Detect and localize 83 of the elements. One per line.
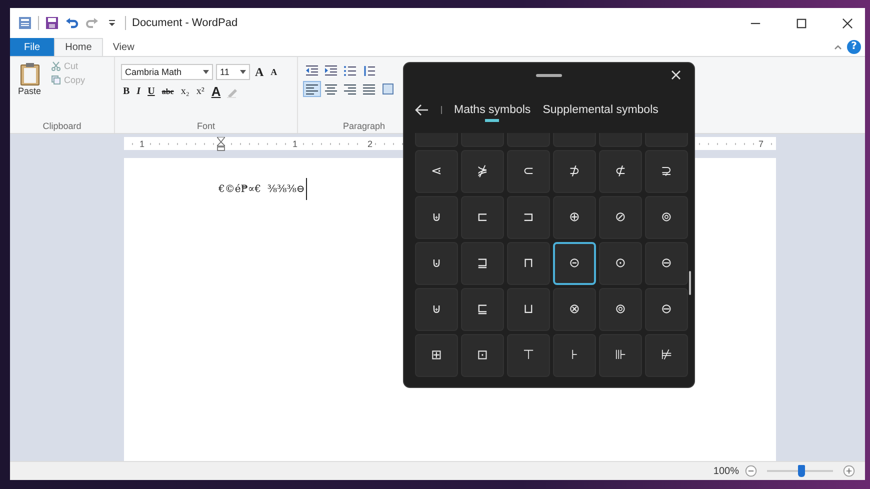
drag-handle[interactable] <box>536 74 562 76</box>
format-button[interactable]: B <box>121 86 132 97</box>
file-menu-tab[interactable]: File <box>10 38 54 56</box>
format-button[interactable]: x₂ <box>178 86 192 97</box>
window-title: Document - WordPad <box>132 17 238 29</box>
clipboard-icon <box>20 62 40 86</box>
symbol-tile[interactable]: ⊄ <box>599 150 642 193</box>
undo-icon[interactable] <box>65 16 79 30</box>
dropdown-arrow-icon <box>203 70 209 74</box>
symbol-tile[interactable]: ⊓ <box>507 242 550 285</box>
scrollbar-thumb[interactable] <box>689 271 691 295</box>
symbol-tile[interactable]: ⋡ <box>461 150 504 193</box>
symbol-tile[interactable]: ⊚ <box>599 288 642 331</box>
close-icon[interactable] <box>842 18 853 28</box>
font-color-button[interactable]: A <box>209 84 223 99</box>
save-icon[interactable] <box>45 16 59 30</box>
paragraph-icon[interactable] <box>380 82 396 96</box>
symbol-tile[interactable]: ⊪ <box>599 334 642 377</box>
symbol-tile[interactable]: ⊎ <box>415 196 458 239</box>
document-text: €©é₱∝€ ⅜⅜⅜⊖ <box>218 184 305 194</box>
decrease-indent-icon[interactable] <box>304 64 320 78</box>
symbol-tile[interactable]: ⊙ <box>599 242 642 285</box>
format-button[interactable]: I <box>134 86 143 97</box>
format-button[interactable]: x² <box>194 86 206 97</box>
zoom-in-icon[interactable] <box>843 465 855 477</box>
symbol-tile[interactable]: ⊗ <box>553 288 596 331</box>
symbol-tile[interactable]: ⊋ <box>645 150 688 193</box>
symbol-tile[interactable]: ⊑ <box>461 288 504 331</box>
symbol-tile[interactable]: ⋖ <box>415 150 458 193</box>
symbol-category-tab[interactable]: Supplemental symbols <box>542 98 658 122</box>
zoom-level: 100% <box>713 466 739 476</box>
justify-icon[interactable] <box>361 82 377 96</box>
align-left-icon[interactable] <box>304 82 320 96</box>
symbol-tile[interactable]: ⊤ <box>507 334 550 377</box>
symbol-tile[interactable]: ⊍ <box>415 242 458 285</box>
shrink-font-button[interactable]: A <box>268 67 280 77</box>
group-label: Clipboard <box>42 121 82 131</box>
ribbon-tab[interactable]: Home <box>54 38 103 56</box>
ruler-number: 2 <box>366 138 375 148</box>
symbol-tile[interactable]: ⊕ <box>553 196 596 239</box>
align-center-icon[interactable] <box>323 82 339 96</box>
scissors-icon <box>51 61 62 71</box>
group-label: Font <box>196 121 216 131</box>
help-button[interactable]: ? <box>847 40 861 54</box>
symbol-tile[interactable]: ⊖ <box>645 288 688 331</box>
indent-marker-icon[interactable] <box>216 136 225 150</box>
back-arrow-icon[interactable] <box>415 104 429 116</box>
symbol-tile[interactable]: ⊖ <box>645 242 688 285</box>
copy-icon <box>51 75 62 85</box>
app-icon[interactable] <box>18 16 32 30</box>
symbol-tile[interactable]: ⊞ <box>415 334 458 377</box>
ribbon-tab[interactable]: View <box>102 38 144 56</box>
symbol-tile[interactable]: ⊏ <box>461 196 504 239</box>
format-button[interactable]: U <box>146 86 157 97</box>
symbol-tile[interactable]: ⊔ <box>507 288 550 331</box>
ruler-number: 1 <box>290 138 300 148</box>
text-cursor <box>306 178 307 200</box>
increase-indent-icon[interactable] <box>323 64 339 78</box>
font-size-dropdown[interactable]: 11 <box>216 64 250 80</box>
zoom-out-icon[interactable] <box>745 465 757 477</box>
grow-font-button[interactable]: A <box>253 64 266 80</box>
symbol-tile[interactable]: ⊝ <box>553 242 596 285</box>
symbol-tile[interactable]: ⊂ <box>507 150 550 193</box>
symbol-tile[interactable]: ⊦ <box>553 334 596 377</box>
maximize-icon[interactable] <box>796 18 807 28</box>
format-button[interactable]: abc <box>160 87 176 96</box>
symbol-tile[interactable]: ⊡ <box>461 334 504 377</box>
ruler-number: 1 <box>138 138 147 148</box>
zoom-slider-thumb[interactable] <box>798 465 806 477</box>
group-label: Paragraph <box>342 121 386 131</box>
symbol-tile[interactable]: ⊐ <box>507 196 550 239</box>
symbol-tile[interactable]: ⊅ <box>553 150 596 193</box>
ruler-number: 7 <box>756 138 766 148</box>
symbol-tile[interactable]: ⊭ <box>645 334 688 377</box>
font-family-dropdown[interactable]: Cambria Math <box>121 64 213 80</box>
align-right-icon[interactable] <box>342 82 358 96</box>
symbol-tile[interactable]: ⊘ <box>599 196 642 239</box>
symbol-tile[interactable]: ⊒ <box>461 242 504 285</box>
symbol-tile[interactable]: ⊚ <box>645 196 688 239</box>
bullet-list-icon[interactable] <box>342 64 358 78</box>
paste-button[interactable]: Paste <box>16 60 44 121</box>
dropdown-arrow-icon <box>240 70 246 74</box>
symbol-tile[interactable]: ⊎ <box>415 288 458 331</box>
